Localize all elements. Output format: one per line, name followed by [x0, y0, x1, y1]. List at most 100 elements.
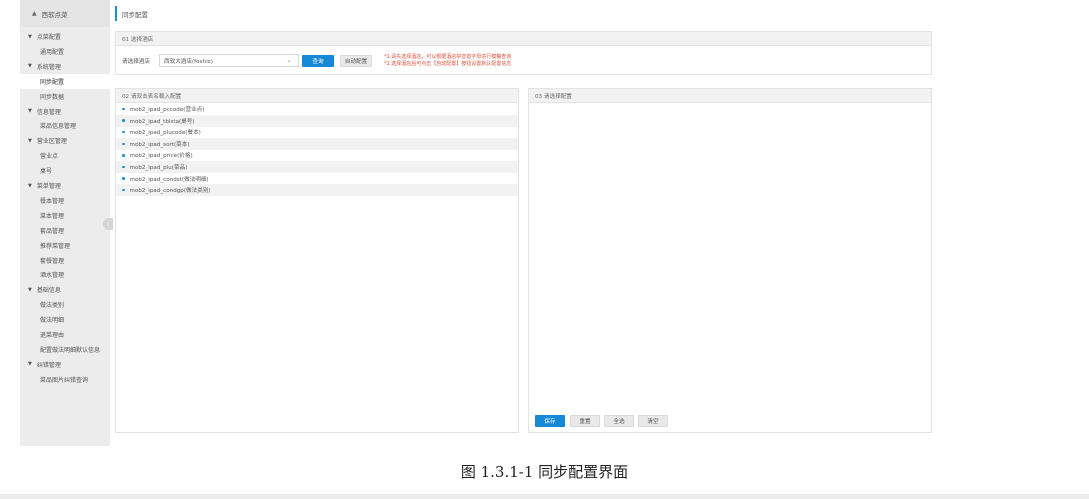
- figure-caption: 图 1.3.1-1 同步配置界面: [460, 463, 629, 481]
- table-row[interactable]: mob2_ipad_tblsta(桌号): [116, 114, 518, 127]
- bullet-dot-icon: [122, 165, 125, 169]
- table-row[interactable]: mob2_ipad_condgp(做法类别): [116, 184, 518, 197]
- table-list-panel: 02 请双击表名载入配置 mob2_ipad_pccode(营业点) mob2_i…: [115, 88, 519, 433]
- sidebar-item-label: 菜本管理: [40, 212, 65, 220]
- sidebar-item-label: 信息管理: [36, 108, 61, 116]
- sidebar-item-label: 系统管理: [36, 63, 61, 71]
- caret-down-icon: ▼: [28, 182, 32, 189]
- sidebar-item-label: 套品管理: [40, 227, 65, 235]
- sidebar-item-label: 套餐管理: [40, 257, 65, 265]
- sidebar-item-label: 桌号: [40, 168, 53, 176]
- sidebar-item-12[interactable]: 菜本管理: [20, 208, 110, 223]
- sidebar-item-15[interactable]: 套餐管理: [20, 253, 110, 268]
- chevron-left-icon: ‹: [106, 220, 110, 228]
- sidebar-item-9[interactable]: 桌号: [20, 163, 110, 178]
- hotel-select-panel: 01 选择酒店 请选择酒店 西软大酒店(foxhis) ⌄ 查询 自动配置 *1…: [115, 31, 932, 75]
- sidebar: ▲ 西软点菜 ▼ 点菜配置通用配置 ▼ 系统管理同步配置同步数据 ▼ 信息管理菜品信息管理…: [20, 0, 110, 446]
- table-row[interactable]: mob2_ipad_condst(做法明细): [116, 173, 518, 185]
- table-row-label: mob2_ipad_pccode(营业点): [129, 107, 205, 113]
- save-button[interactable]: 保存: [535, 415, 565, 427]
- bullet-dot-icon: [122, 142, 125, 146]
- sidebar-collapse-handle[interactable]: ‹: [103, 218, 113, 230]
- page-header: 同步配置: [110, 0, 1089, 27]
- bullet-dot-icon: [122, 107, 125, 111]
- sidebar-group-17[interactable]: ▼ 基础信息: [20, 282, 110, 297]
- sidebar-item-6[interactable]: 菜品信息管理: [20, 118, 110, 133]
- sidebar-item-label: 菜单管理: [36, 183, 61, 190]
- sidebar-item-label: 同步数据: [40, 93, 65, 101]
- sidebar-item-label: 通用配置: [40, 48, 65, 56]
- table-row-label: mob2_ipad_price(价格): [129, 153, 193, 160]
- sidebar-item-label: 同步配置: [40, 78, 65, 86]
- sidebar-item-1[interactable]: 通用配置: [20, 44, 110, 59]
- sidebar-item-label: 营业区管理: [36, 138, 67, 146]
- tip-line-1: *1.请先选择酒店，可以根据酒店拼音首字母进行模糊查询: [384, 54, 512, 60]
- hotel-select-label: 请选择酒店: [122, 59, 150, 65]
- sidebar-item-19[interactable]: 做法明细: [20, 312, 110, 327]
- config-panel-title: 03 请选择配置: [529, 89, 931, 103]
- sidebar-group-0[interactable]: ▼ 点菜配置: [20, 29, 110, 44]
- auto-config-button[interactable]: 自动配置: [340, 55, 372, 67]
- config-panel: 03 请选择配置 保存 重置 全选 清空: [528, 88, 932, 433]
- sidebar-item-16[interactable]: 酒水管理: [20, 267, 110, 282]
- sidebar-group-5[interactable]: ▼ 信息管理: [20, 104, 110, 119]
- sidebar-item-11[interactable]: 餐本管理: [20, 193, 110, 208]
- home-icon: ▲: [32, 10, 37, 17]
- sidebar-item-23[interactable]: 菜品图片纠错查询: [20, 372, 110, 387]
- table-row-label: mob2_ipad_sort(菜本): [129, 141, 190, 148]
- sidebar-item-label: 退菜理由: [40, 332, 65, 339]
- caret-down-icon: ▼: [28, 108, 32, 114]
- caret-down-icon: ▼: [28, 286, 32, 293]
- reset-button[interactable]: 重置: [570, 415, 600, 427]
- sidebar-item-label: 菜品图片纠错查询: [40, 376, 89, 384]
- sidebar-item-20[interactable]: 退菜理由: [20, 327, 110, 342]
- bullet-dot-icon: [122, 130, 125, 134]
- bullet-dot-icon: [122, 119, 125, 122]
- table-row[interactable]: mob2_ipad_price(价格): [116, 149, 518, 161]
- caret-down-icon: ▼: [28, 63, 32, 70]
- chevron-down-icon: ⌄: [286, 56, 292, 64]
- table-list-panel-title: 02 请双击表名载入配置: [116, 89, 518, 103]
- sidebar-item-18[interactable]: 做法类别: [20, 297, 110, 312]
- caret-down-icon: ▼: [28, 137, 32, 144]
- sidebar-item-label: 酒水管理: [40, 272, 65, 280]
- sidebar-item-label: 菜品信息管理: [40, 123, 77, 131]
- table-row[interactable]: mob2_ipad_plu(菜品): [116, 161, 518, 173]
- table-row-label: mob2_ipad_condst(做法明细): [129, 176, 209, 183]
- table-row-label: mob2_ipad_tblsta(桌号): [129, 118, 195, 125]
- sidebar-home-item[interactable]: ▲ 西软点菜: [20, 0, 110, 27]
- sidebar-home-label: 西软点菜: [41, 10, 68, 19]
- sidebar-item-label: 点菜配置: [36, 34, 61, 41]
- hotel-select[interactable]: 西软大酒店(foxhis) ⌄: [159, 54, 299, 67]
- sidebar-item-14[interactable]: 推荐菜管理: [20, 238, 110, 253]
- sidebar-group-10[interactable]: ▼ 菜单管理: [20, 178, 110, 193]
- page-bottom-divider: [0, 494, 1089, 499]
- sidebar-item-8[interactable]: 营业点: [20, 148, 110, 163]
- sidebar-item-label: 推荐菜管理: [40, 242, 71, 250]
- caret-down-icon: ▼: [28, 33, 32, 40]
- hotel-select-panel-title: 01 选择酒店: [116, 32, 931, 46]
- sidebar-group-7[interactable]: ▼ 营业区管理: [20, 133, 110, 148]
- sidebar-item-label: 营业点: [40, 153, 59, 161]
- bullet-dot-icon: [122, 188, 125, 192]
- clear-button[interactable]: 清空: [638, 415, 668, 427]
- table-row[interactable]: mob2_ipad_sort(菜本): [116, 137, 518, 150]
- table-row-label: mob2_ipad_plucode(餐本): [129, 130, 201, 137]
- sidebar-item-label: 做法明细: [40, 317, 65, 325]
- hotel-select-value: 西软大酒店(foxhis): [164, 58, 213, 65]
- sidebar-group-22[interactable]: ▼ 纠错管理: [20, 357, 110, 372]
- sidebar-group-2[interactable]: ▼ 系统管理: [20, 59, 110, 74]
- sidebar-item-13[interactable]: 套品管理: [20, 223, 110, 238]
- table-row[interactable]: mob2_ipad_pccode(营业点): [116, 103, 518, 115]
- bullet-dot-icon: [122, 154, 125, 157]
- tip-line-2: *2.选择酒店后可点击【自动配置】按钮设置默认配置信息: [384, 61, 512, 67]
- sidebar-item-21[interactable]: 配置做法明细默认信息: [20, 342, 110, 357]
- sidebar-item-label: 做法类别: [40, 302, 65, 310]
- select-all-button[interactable]: 全选: [604, 415, 634, 427]
- sidebar-item-3[interactable]: 同步配置: [20, 73, 110, 89]
- caret-down-icon: ▼: [28, 361, 32, 368]
- sidebar-item-4[interactable]: 同步数据: [20, 89, 110, 104]
- query-button[interactable]: 查询: [302, 55, 334, 67]
- bullet-dot-icon: [122, 177, 125, 180]
- table-row[interactable]: mob2_ipad_plucode(餐本): [116, 126, 518, 138]
